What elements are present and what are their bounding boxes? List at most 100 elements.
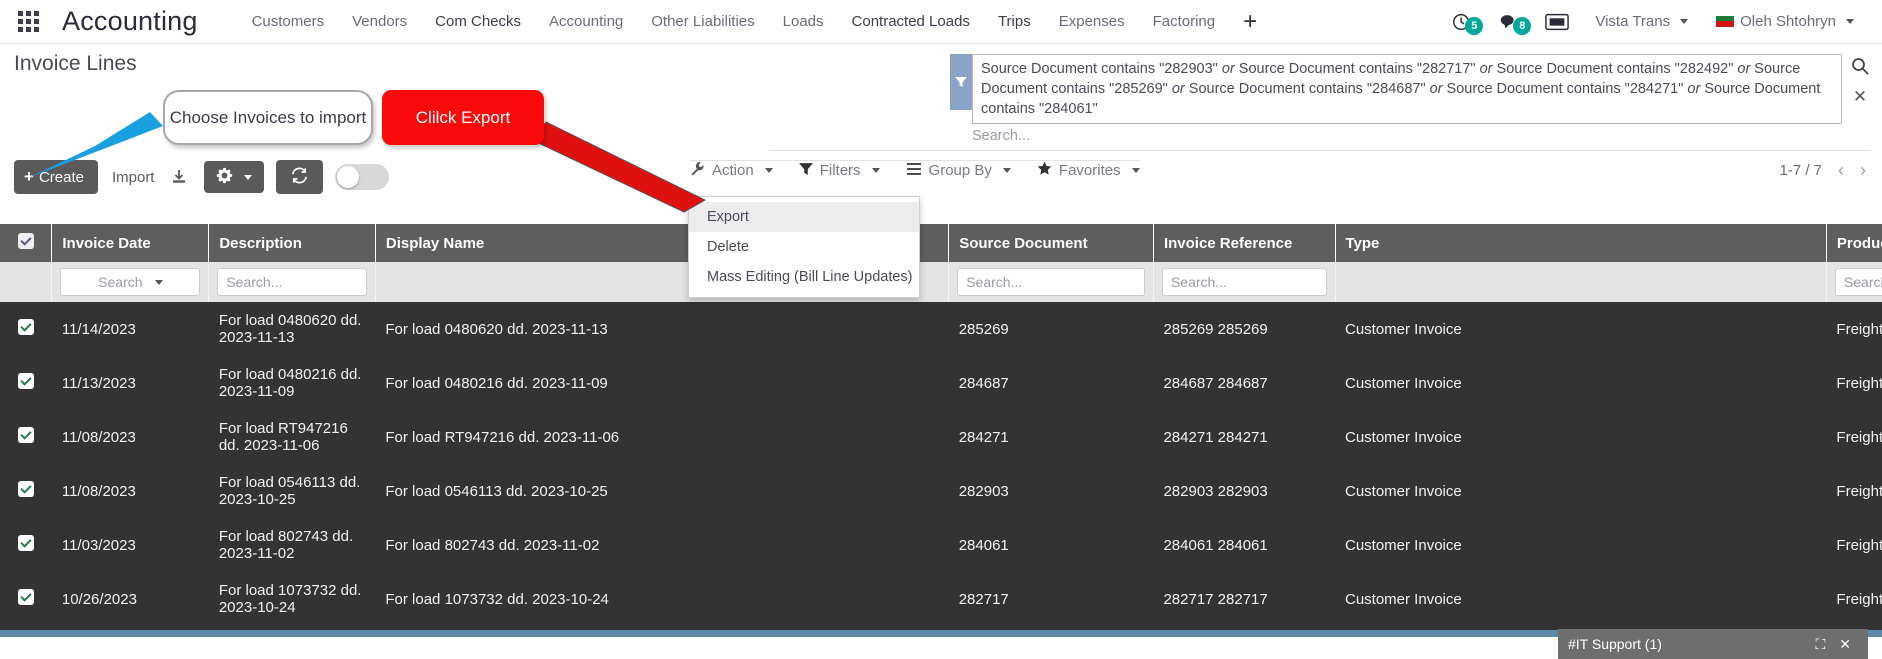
action-menu-export[interactable]: Export <box>689 202 919 232</box>
clear-search-icon[interactable]: ✕ <box>1853 88 1867 105</box>
column-search-input[interactable]: Search... <box>957 268 1145 296</box>
column-header-invoice-reference[interactable]: Invoice Reference <box>1153 224 1335 262</box>
plus-icon: + <box>24 167 34 187</box>
groupby-dropdown[interactable]: Group By <box>906 162 1011 180</box>
row-select-cell[interactable] <box>0 356 52 410</box>
cell-description: For load 1073732 dd. 2023-10-24 <box>209 572 376 626</box>
nav-item-loads[interactable]: Loads <box>769 0 838 44</box>
apps-grid-icon[interactable] <box>0 0 56 44</box>
cell-display-name: For load 0480216 dd. 2023-11-09 <box>375 356 948 410</box>
active-filter-facet[interactable]: Source Document contains "282903" or Sou… <box>972 54 1842 124</box>
messages-chat-icon[interactable]: 8 <box>1485 11 1533 33</box>
search-icon[interactable] <box>1850 56 1870 80</box>
row-checkbox[interactable] <box>18 373 34 389</box>
search-input[interactable]: Search... <box>972 128 1870 144</box>
table-row[interactable]: 11/13/2023For load 0480216 dd. 2023-11-0… <box>0 356 1882 410</box>
view-toggle[interactable] <box>335 164 389 190</box>
cell-invoice-reference: 284271 284271 <box>1153 410 1335 464</box>
close-icon[interactable]: ✕ <box>1832 636 1858 653</box>
table-row[interactable]: 11/08/2023For load RT947216 dd. 2023-11-… <box>0 410 1882 464</box>
table-row[interactable]: 11/08/2023For load 0546113 dd. 2023-10-2… <box>0 464 1882 518</box>
cell-invoice-reference: 285269 285269 <box>1153 302 1335 356</box>
row-select-cell[interactable] <box>0 410 52 464</box>
filter-cell-product[interactable]: Search... <box>1826 262 1882 302</box>
nav-item-com-checks[interactable]: Com Checks <box>421 0 535 44</box>
row-select-cell[interactable] <box>0 518 52 572</box>
cell-invoice-date: 11/03/2023 <box>52 518 209 572</box>
column-header-product[interactable]: Product <box>1826 224 1882 262</box>
row-select-cell[interactable] <box>0 464 52 518</box>
create-button[interactable]: + Create <box>14 160 98 194</box>
annotation-click-export: Clilck Export <box>382 90 544 145</box>
row-checkbox[interactable] <box>18 589 34 605</box>
filters-dropdown[interactable]: Filters <box>799 162 880 180</box>
nav-item-factoring[interactable]: Factoring <box>1139 0 1230 44</box>
nav-item-expenses[interactable]: Expenses <box>1045 0 1139 44</box>
main-menu: Customers Vendors Com Checks Accounting … <box>238 0 1272 44</box>
chevron-down-icon <box>1132 168 1140 173</box>
favorites-label: Favorites <box>1059 162 1121 179</box>
cell-product: Freight Income <box>1826 518 1882 572</box>
chevron-down-icon <box>155 280 163 285</box>
table-row[interactable]: 11/03/2023For load 802743 dd. 2023-11-02… <box>0 518 1882 572</box>
settings-dropdown-button[interactable] <box>204 161 264 193</box>
column-search-placeholder: Search... <box>1171 274 1227 290</box>
table-row[interactable]: 10/26/2023For load 1073732 dd. 2023-10-2… <box>0 572 1882 626</box>
select-all-checkbox[interactable] <box>18 233 34 249</box>
column-header-source-document[interactable]: Source Document <box>949 224 1154 262</box>
row-select-cell[interactable] <box>0 572 52 626</box>
chevron-down-icon <box>244 175 252 180</box>
cell-type: Customer Invoice <box>1335 464 1826 518</box>
filter-cell-invoice-date[interactable]: Search <box>52 262 209 302</box>
cell-invoice-date: 11/08/2023 <box>52 464 209 518</box>
column-header-type[interactable]: Type <box>1335 224 1826 262</box>
column-search-input[interactable]: Search... <box>1835 268 1882 296</box>
column-header-description[interactable]: Description <box>209 224 376 262</box>
action-menu-mass-editing[interactable]: Mass Editing (Bill Line Updates) <box>689 262 919 292</box>
favorites-dropdown[interactable]: Favorites <box>1037 161 1140 180</box>
import-link[interactable]: Import <box>112 169 155 186</box>
company-switcher[interactable]: Vista Trans <box>1581 13 1702 30</box>
column-header-invoice-date[interactable]: Invoice Date <box>52 224 209 262</box>
display-monitor-icon[interactable] <box>1533 13 1581 31</box>
row-checkbox[interactable] <box>18 535 34 551</box>
action-dropdown[interactable]: Action <box>690 161 773 180</box>
row-select-cell[interactable] <box>0 302 52 356</box>
next-page-button[interactable]: › <box>1860 160 1866 181</box>
cell-product: Freight Income <box>1826 572 1882 626</box>
column-search-input[interactable]: Search... <box>1162 268 1327 296</box>
refresh-button[interactable] <box>276 160 323 194</box>
activity-clock-icon[interactable]: 5 <box>1439 11 1485 33</box>
add-menu-button[interactable]: + <box>1229 0 1271 44</box>
filter-cell-invoice-reference[interactable]: Search... <box>1153 262 1335 302</box>
chat-window-bar[interactable]: #IT Support (1) ⛶ ✕ <box>1558 629 1868 659</box>
column-search-input[interactable]: Search <box>60 268 200 296</box>
row-checkbox[interactable] <box>18 481 34 497</box>
download-icon[interactable] <box>170 168 188 186</box>
wrench-icon <box>690 161 705 180</box>
row-checkbox[interactable] <box>18 427 34 443</box>
nav-item-accounting[interactable]: Accounting <box>535 0 637 44</box>
select-all-header[interactable] <box>0 224 52 262</box>
filter-cell-source-document[interactable]: Search... <box>949 262 1154 302</box>
cell-source-document: 282903 <box>949 464 1154 518</box>
nav-item-customers[interactable]: Customers <box>238 0 339 44</box>
chat-title: #IT Support (1) <box>1568 636 1808 652</box>
filter-cell-description[interactable]: Search... <box>209 262 376 302</box>
row-checkbox[interactable] <box>18 319 34 335</box>
user-menu[interactable]: Oleh Shtohryn <box>1702 13 1868 30</box>
nav-item-other-liabilities[interactable]: Other Liabilities <box>637 0 768 44</box>
nav-item-vendors[interactable]: Vendors <box>338 0 421 44</box>
cell-product: Freight Income <box>1826 356 1882 410</box>
column-search-input[interactable]: Search... <box>217 268 367 296</box>
expand-icon[interactable]: ⛶ <box>1808 636 1832 653</box>
filter-cell-type <box>1335 262 1826 302</box>
prev-page-button[interactable]: ‹ <box>1838 160 1844 181</box>
action-menu-delete[interactable]: Delete <box>689 232 919 262</box>
chevron-down-icon <box>1846 19 1854 24</box>
pagination-range: 1-7 / 7 <box>1779 162 1822 179</box>
nav-item-contracted-loads[interactable]: Contracted Loads <box>838 0 984 44</box>
nav-item-trips[interactable]: Trips <box>984 0 1045 44</box>
column-search-placeholder: Search... <box>1844 274 1882 290</box>
table-row[interactable]: 11/14/2023For load 0480620 dd. 2023-11-1… <box>0 302 1882 356</box>
